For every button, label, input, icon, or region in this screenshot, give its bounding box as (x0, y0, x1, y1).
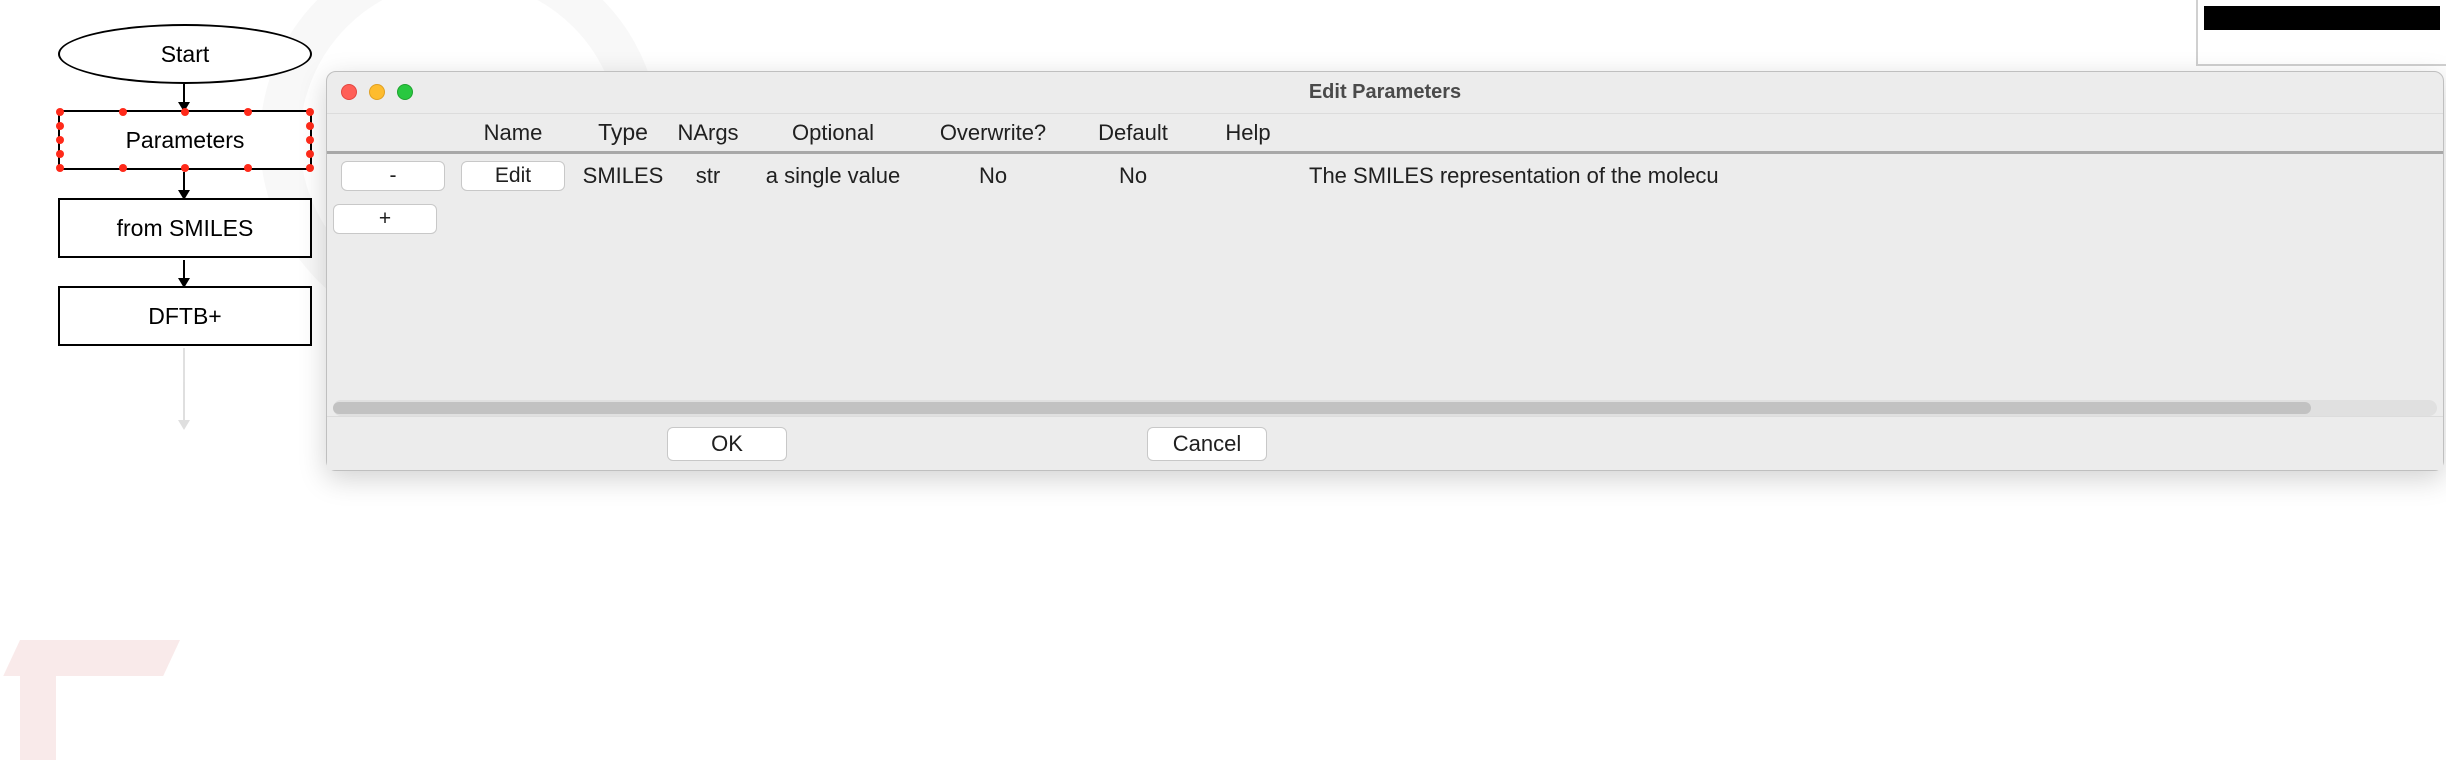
edit-row-button[interactable]: Edit (461, 161, 565, 191)
edit-parameters-dialog: Edit Parameters Name Type NArgs Optional… (326, 71, 2444, 471)
selection-handle[interactable] (244, 108, 252, 116)
selection-handle[interactable] (306, 108, 314, 116)
cell-nargs: a single value (743, 163, 923, 189)
remove-row-button[interactable]: - (341, 161, 445, 191)
horizontal-scrollbar[interactable] (333, 400, 2437, 416)
cell-help: The SMILES representation of the molecu (1293, 163, 2443, 189)
dialog-titlebar[interactable]: Edit Parameters (327, 72, 2443, 114)
selection-handle[interactable] (181, 164, 189, 172)
selection-handle[interactable] (181, 108, 189, 116)
flow-arrow (183, 260, 185, 286)
flow-arrow (183, 84, 185, 110)
flow-node-label: Start (161, 41, 210, 68)
table-header-row: Name Type NArgs Optional Overwrite? Defa… (327, 114, 2443, 154)
add-row-button[interactable]: + (333, 204, 437, 234)
add-row-area: + (327, 198, 2443, 234)
cell-overwrite: No (1063, 163, 1203, 189)
selection-handle[interactable] (56, 108, 64, 116)
column-header-nargs: NArgs (673, 120, 743, 146)
column-header-optional: Optional (743, 120, 923, 146)
flow-node-parameters[interactable]: Parameters (58, 110, 312, 170)
selection-handle[interactable] (244, 164, 252, 172)
selection-handle[interactable] (56, 122, 64, 130)
column-header-type: Type (573, 119, 673, 146)
window-controls (341, 84, 413, 100)
cancel-button[interactable]: Cancel (1147, 427, 1267, 461)
selection-handle[interactable] (119, 108, 127, 116)
selection-handle[interactable] (306, 122, 314, 130)
selection-handle[interactable] (56, 136, 64, 144)
column-header-default: Default (1063, 120, 1203, 146)
ok-button[interactable]: OK (667, 427, 787, 461)
dialog-footer: OK Cancel (327, 416, 2443, 470)
parameters-table: Name Type NArgs Optional Overwrite? Defa… (327, 114, 2443, 416)
selection-handle[interactable] (56, 164, 64, 172)
cell-type: str (673, 163, 743, 189)
selection-handle[interactable] (306, 136, 314, 144)
column-header-help: Help (1203, 120, 1293, 146)
minimize-icon[interactable] (369, 84, 385, 100)
flow-node-from-smiles[interactable]: from SMILES (58, 198, 312, 258)
column-header-overwrite: Overwrite? (923, 120, 1063, 146)
flow-node-label: DFTB+ (148, 303, 221, 330)
scrollbar-thumb[interactable] (333, 402, 2311, 414)
flow-arrow (183, 172, 185, 198)
flow-node-label: Parameters (126, 127, 245, 154)
selection-handle[interactable] (119, 164, 127, 172)
zoom-icon[interactable] (397, 84, 413, 100)
column-header-name: Name (453, 120, 573, 146)
cell-optional: No (923, 163, 1063, 189)
selection-handle[interactable] (306, 150, 314, 158)
cell-name: SMILES (573, 163, 673, 189)
selection-handle[interactable] (56, 150, 64, 158)
flow-arrow-faint (183, 348, 185, 428)
flow-node-label: from SMILES (117, 215, 254, 242)
table-row[interactable]: - Edit SMILES str a single value No No T… (327, 154, 2443, 198)
flow-node-start[interactable]: Start (58, 24, 312, 84)
flow-node-dftb[interactable]: DFTB+ (58, 286, 312, 346)
close-icon[interactable] (341, 84, 357, 100)
dialog-title: Edit Parameters (1309, 81, 1461, 104)
selection-handle[interactable] (306, 164, 314, 172)
